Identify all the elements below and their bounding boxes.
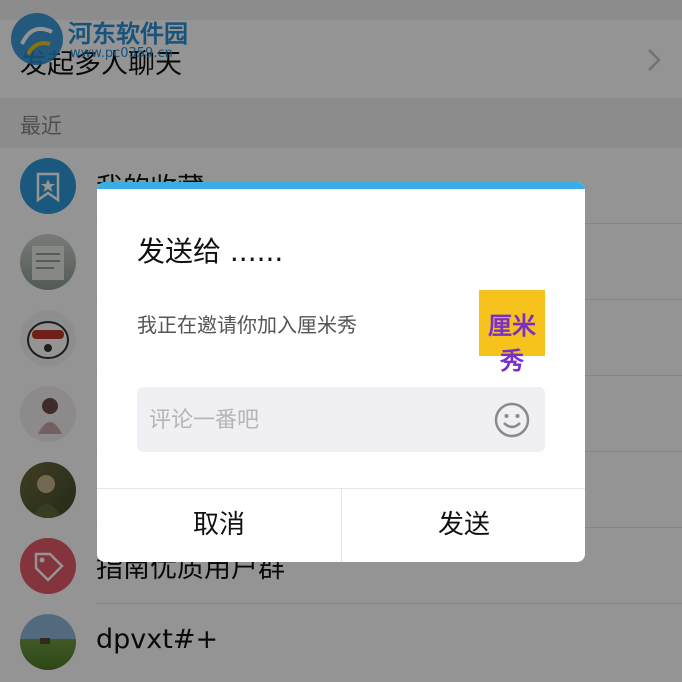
dialog-title: 发送给 ...... [137, 235, 284, 268]
invite-message: 我正在邀请你加入厘米秀 [137, 313, 357, 337]
app-thumbnail: 厘米秀 [479, 290, 545, 375]
comment-input[interactable] [147, 387, 491, 454]
emoji-smile-icon[interactable] [493, 401, 531, 439]
cancel-button[interactable]: 取消 [97, 489, 341, 562]
send-button[interactable]: 发送 [342, 489, 585, 562]
share-dialog: 发送给 ...... 我正在邀请你加入厘米秀 厘米秀 取消 发送 [97, 182, 585, 562]
comment-box [137, 387, 545, 454]
app-thumbnail-text: 厘米秀 [488, 312, 536, 375]
dialog-accent-bar [97, 182, 585, 189]
